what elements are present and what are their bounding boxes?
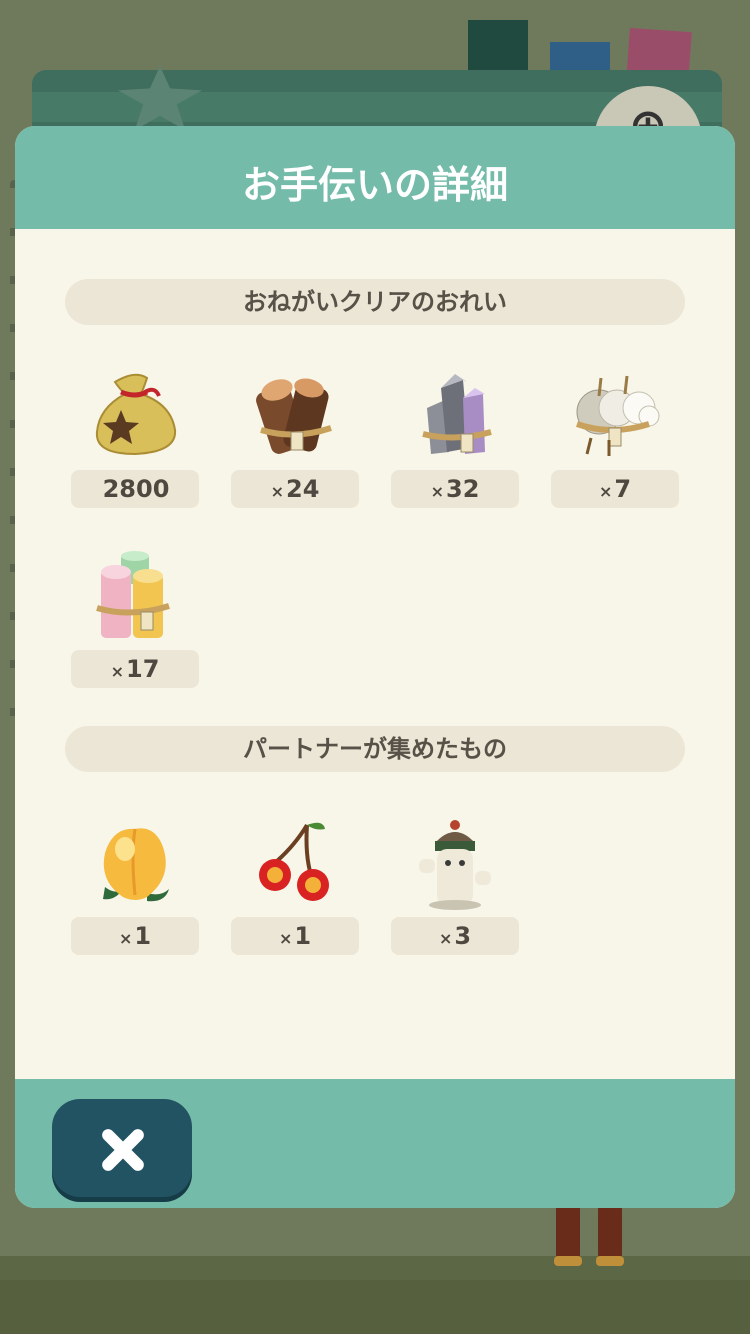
item-quantity: ×24 xyxy=(231,470,359,508)
cactus-item-icon xyxy=(419,820,491,910)
item-quantity: ×17 xyxy=(71,650,199,688)
cherry-icon xyxy=(259,822,329,901)
background-floor xyxy=(0,1280,750,1334)
item-quantity: ×3 xyxy=(391,917,519,955)
cotton-bundle-icon xyxy=(576,375,660,456)
collected-item[interactable]: ×1 xyxy=(71,815,199,957)
collected-item[interactable]: ×3 xyxy=(391,815,519,957)
reward-item[interactable]: 2800 xyxy=(71,368,199,510)
peach-icon xyxy=(103,828,169,902)
item-quantity: ×1 xyxy=(71,917,199,955)
reward-item[interactable]: ×17 xyxy=(71,548,199,690)
collected-item[interactable]: ×1 xyxy=(231,815,359,957)
reward-item[interactable]: ×7 xyxy=(551,368,679,510)
item-quantity: ×7 xyxy=(551,470,679,508)
background-character-legs xyxy=(554,1206,626,1266)
dialog-title: お手伝いの詳細 xyxy=(241,163,508,207)
section-title-partner: パートナーが集めたもの xyxy=(65,726,685,772)
steel-bundle-icon xyxy=(422,374,492,454)
details-dialog: お手伝いの詳細 おねがいクリアのおれい 2800 ×24 ×32 ×7 ×17 … xyxy=(15,126,735,1208)
section-title-rewards: おねがいクリアのおれい xyxy=(65,279,685,325)
bell-bag-icon xyxy=(95,373,177,456)
dialog-header: お手伝いの詳細 xyxy=(15,126,735,229)
wood-bundle-icon xyxy=(256,378,332,454)
item-quantity: ×1 xyxy=(231,917,359,955)
paper-bundle-icon xyxy=(96,551,170,638)
item-quantity: 2800 xyxy=(71,470,199,508)
close-button[interactable] xyxy=(52,1099,192,1197)
reward-item[interactable]: ×32 xyxy=(391,368,519,510)
reward-item[interactable]: ×24 xyxy=(231,368,359,510)
item-quantity: ×32 xyxy=(391,470,519,508)
